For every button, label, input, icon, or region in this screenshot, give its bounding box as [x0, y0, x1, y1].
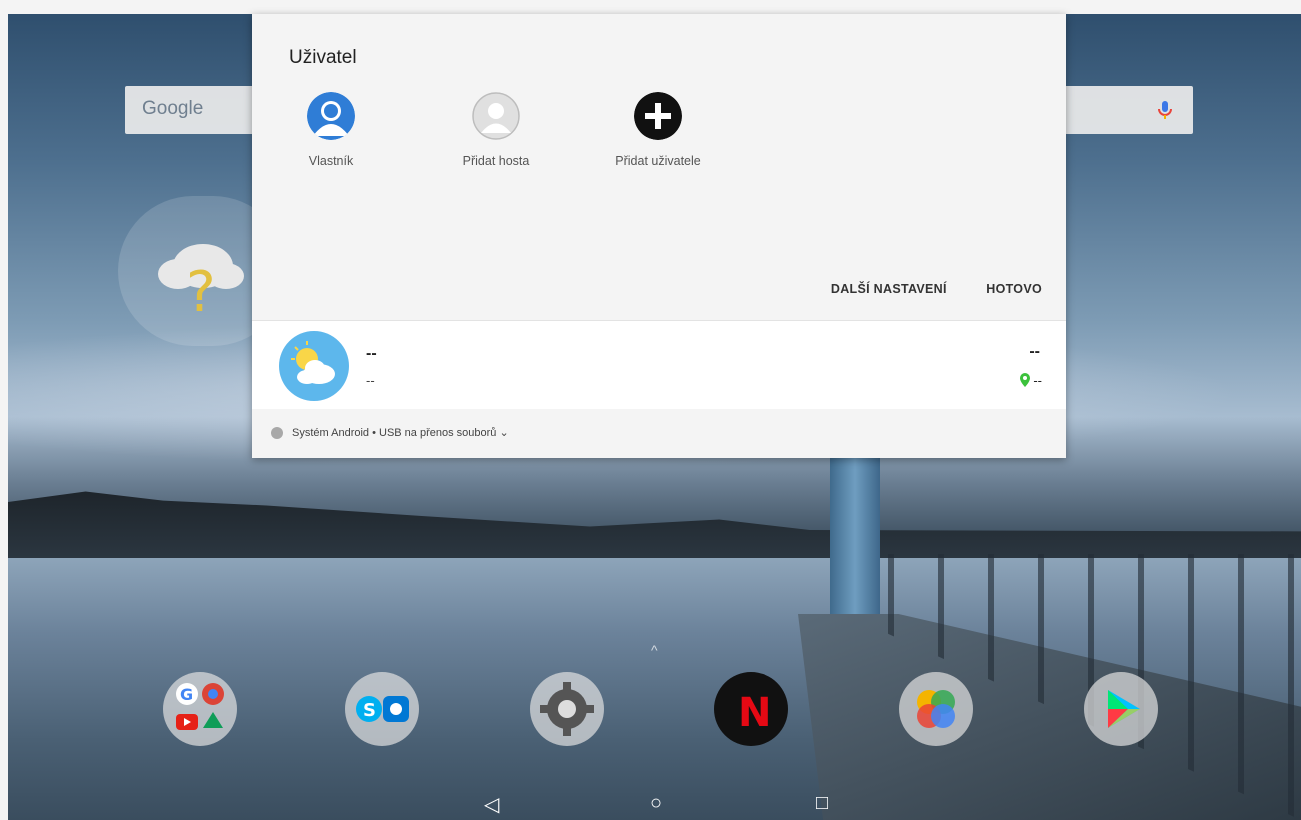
- microphone-icon[interactable]: [1153, 98, 1177, 122]
- nav-back-button[interactable]: ◁: [484, 792, 499, 817]
- svg-text:G: G: [180, 685, 193, 704]
- more-settings-button[interactable]: DALŠÍ NASTAVENÍ: [831, 282, 947, 296]
- weather-range: --: [1029, 343, 1040, 360]
- user-label: Vlastník: [308, 154, 354, 168]
- google-logo: Google: [142, 98, 204, 119]
- usb-notification[interactable]: Systém Android • USB na přenos souborů ⌄: [252, 409, 1066, 458]
- location-pin-icon: [1019, 373, 1030, 387]
- play-store-icon[interactable]: [1084, 672, 1158, 746]
- cloud-question-icon: ?: [158, 244, 244, 316]
- notification-text: Systém Android • USB na přenos souborů ⌄: [292, 427, 509, 439]
- weather-card[interactable]: -- -- -- --: [252, 320, 1066, 410]
- svg-text:?: ?: [186, 260, 216, 316]
- partly-cloudy-icon: [279, 331, 349, 401]
- svg-text:N: N: [738, 690, 771, 736]
- user-switcher-panel: Uživatel Vlastník Přidat hosta Přidat už…: [252, 14, 1066, 458]
- panel-title: Uživatel: [289, 47, 357, 68]
- android-system-icon: [271, 427, 283, 439]
- user-add-guest[interactable]: Přidat hosta: [426, 92, 566, 168]
- user-avatar-icon: [307, 92, 355, 140]
- user-owner[interactable]: Vlastník: [261, 92, 401, 168]
- location-text: --: [1033, 373, 1042, 388]
- gallery-app-icon[interactable]: [899, 672, 973, 746]
- nav-home-button[interactable]: ○: [650, 792, 662, 815]
- user-label: Přidat uživatele: [615, 154, 701, 168]
- user-add-user[interactable]: Přidat uživatele: [588, 92, 728, 168]
- weather-description: --: [366, 373, 375, 388]
- lighthouse: [830, 454, 880, 624]
- user-label: Přidat hosta: [462, 154, 530, 168]
- netflix-icon[interactable]: N: [714, 672, 788, 746]
- weather-temperature: --: [366, 345, 377, 362]
- settings-gear-icon[interactable]: [530, 672, 604, 746]
- svg-text:S: S: [363, 700, 376, 721]
- weather-location: --: [1019, 373, 1042, 388]
- app-drawer-chevron-icon[interactable]: ^: [651, 642, 658, 658]
- treeline: [8, 491, 1301, 558]
- done-button[interactable]: HOTOVO: [986, 282, 1042, 296]
- google-apps-folder-icon[interactable]: G: [163, 672, 237, 746]
- guest-avatar-icon: [472, 92, 520, 140]
- add-user-icon: [634, 92, 682, 140]
- skype-outlook-folder-icon[interactable]: S: [345, 672, 419, 746]
- panel-actions: DALŠÍ NASTAVENÍ HOTOVO: [795, 282, 1042, 296]
- nav-recents-button[interactable]: □: [816, 792, 828, 815]
